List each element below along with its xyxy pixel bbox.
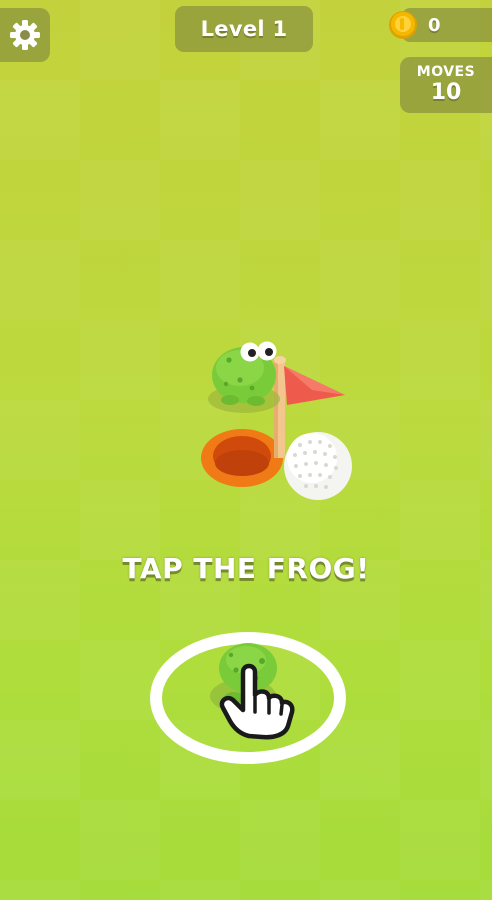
frog-character[interactable] xyxy=(208,341,280,414)
gear-icon xyxy=(10,20,40,50)
coin-icon xyxy=(389,11,417,39)
game-stage: Level 1 0 MOVES 10 TAP THE FROG! xyxy=(0,0,492,900)
moves-value: 10 xyxy=(430,80,462,105)
settings-button[interactable] xyxy=(0,8,50,62)
game-scene xyxy=(150,341,352,764)
coin-count: 0 xyxy=(428,14,441,36)
moves-label: MOVES xyxy=(416,64,476,80)
golf-ball xyxy=(284,432,352,500)
tutorial-prompt: TAP THE FROG! xyxy=(122,552,370,585)
level-label: Level 1 xyxy=(200,17,288,41)
golf-hole xyxy=(201,429,283,487)
moves-counter: MOVES 10 xyxy=(400,57,492,113)
level-indicator: Level 1 xyxy=(175,6,313,52)
